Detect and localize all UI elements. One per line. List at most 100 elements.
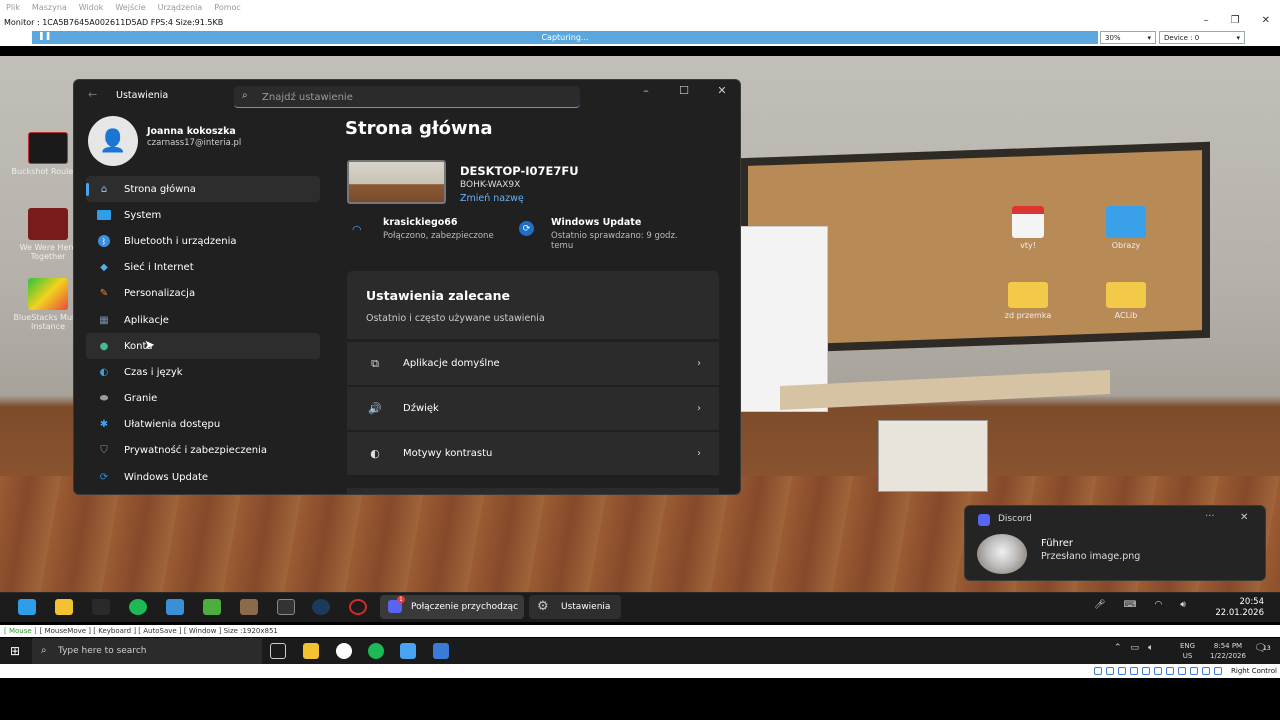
- pause-icon[interactable]: ❚❚: [38, 31, 51, 40]
- microphone-icon[interactable]: 🎤︎: [1094, 600, 1105, 610]
- file-explorer-icon[interactable]: [303, 643, 319, 659]
- remote-system-tray: 🎤︎ ⌨ ◠ 🔊︎: [1094, 600, 1186, 610]
- status-icon: [1106, 667, 1114, 675]
- discord-notification[interactable]: Discord ··· ✕ Führer Przesłano image.png: [964, 505, 1266, 581]
- volume-icon[interactable]: 🔈︎: [1148, 643, 1153, 653]
- nav-item-time-language[interactable]: ◐ Czas i język: [86, 359, 320, 385]
- windows-start-icon[interactable]: ⊞: [10, 644, 20, 658]
- host-system-tray: ⌃ ▭ 🔈︎: [1114, 643, 1153, 653]
- opera-icon[interactable]: [349, 599, 367, 615]
- spotify-icon[interactable]: [368, 643, 384, 659]
- maximize-icon[interactable]: ☐: [670, 84, 698, 97]
- right-control-label: Right Control: [1231, 667, 1277, 675]
- page-title: Strona główna: [345, 118, 493, 139]
- pc-model: BOHK-WAX9X: [460, 180, 521, 190]
- wifi-name[interactable]: krasickiego66: [383, 217, 458, 228]
- desktop-icon-pdf[interactable]: vty!: [983, 206, 1073, 250]
- menu-item-pomoc[interactable]: Pomoc: [214, 3, 241, 12]
- taskbar-settings[interactable]: ⚙ Ustawienia: [529, 595, 621, 619]
- accounts-icon: ●: [99, 340, 109, 352]
- search-icon: ⌕: [242, 90, 248, 101]
- nav-item-label: Personalizacja: [124, 288, 196, 300]
- desktop-icon-folder[interactable]: ACLib: [1081, 282, 1171, 320]
- status-rest: [ MouseMove ] [ Keyboard ] [ AutoSave ] …: [39, 627, 278, 635]
- volume-icon[interactable]: 🔊︎: [1180, 600, 1186, 610]
- nav-item-bluetooth[interactable]: ᛒ Bluetooth i urządzenia: [86, 228, 320, 254]
- recommended-row-default-apps[interactable]: ⧉ Aplikacje domyślne ›: [347, 342, 719, 385]
- close-icon[interactable]: ✕: [708, 84, 736, 97]
- network-icon[interactable]: ▭: [1131, 643, 1140, 653]
- monitor-app-icon[interactable]: [433, 643, 449, 659]
- nav-item-accessibility[interactable]: ✱ Ułatwienia dostępu: [86, 412, 320, 438]
- settings-search-input[interactable]: [262, 89, 562, 105]
- host-search-box[interactable]: ⌕ Type here to search: [32, 638, 262, 664]
- menu-item-widok[interactable]: Widok: [79, 3, 104, 12]
- nav-item-system[interactable]: System: [86, 202, 320, 228]
- bluestacks-icon[interactable]: [166, 599, 184, 615]
- menu-item-urzadzenia[interactable]: Urządzenia: [158, 3, 203, 12]
- file-explorer-icon[interactable]: [55, 599, 73, 615]
- chevron-up-icon[interactable]: ⌃: [1114, 643, 1122, 653]
- start-icon[interactable]: [18, 599, 36, 615]
- desktop-icon-obrazy[interactable]: Obrazy: [1081, 206, 1171, 250]
- avatar[interactable]: 👤: [88, 116, 138, 166]
- windows-update-icon: ⟳: [99, 471, 109, 483]
- monitor-title: Monitor : 1CA5B7645A002611D5AD FPS:4 Siz…: [4, 17, 224, 27]
- update-title[interactable]: Windows Update: [551, 217, 641, 228]
- nav-item-gaming[interactable]: ⬬ Granie: [86, 386, 320, 412]
- menu-item-wejscie[interactable]: Wejście: [115, 3, 145, 12]
- task-view-icon[interactable]: [270, 643, 286, 659]
- nav-item-network[interactable]: ◆ Sieć i Internet: [86, 255, 320, 281]
- game-icon[interactable]: [240, 599, 258, 615]
- remote-clock[interactable]: 20:54 22.01.2026: [1208, 597, 1264, 619]
- recommended-title: Ustawienia zalecane: [366, 288, 510, 303]
- steam-icon[interactable]: [312, 599, 330, 615]
- system-icon: [96, 208, 112, 222]
- status-icon: [1130, 667, 1138, 675]
- wifi-icon[interactable]: ◠: [1154, 600, 1162, 610]
- settings-search[interactable]: ⌕: [234, 86, 580, 108]
- keyboard-icon[interactable]: ⌨: [1123, 600, 1136, 610]
- recommended-row-contrast[interactable]: ◐ Motywy kontrastu ›: [347, 432, 719, 475]
- accessibility-icon: ✱: [99, 419, 109, 431]
- minimize-icon[interactable]: –: [1204, 15, 1209, 26]
- language-code: ENG: [1180, 642, 1196, 650]
- desktop-icon-label: ACLib: [1114, 311, 1138, 320]
- menu-item-plik[interactable]: Plik: [6, 3, 20, 12]
- nav-item-home[interactable]: ⌂ Strona główna: [86, 176, 320, 203]
- nav-item-accounts[interactable]: ● Konta ➤: [86, 333, 320, 360]
- device-select[interactable]: Device : 0 ▾: [1159, 31, 1245, 44]
- maximize-icon[interactable]: ❐: [1231, 15, 1240, 26]
- host-clock[interactable]: 8:54 PM 1/22/2026: [1206, 641, 1250, 661]
- menu-item-maszyna[interactable]: Maszyna: [32, 3, 67, 12]
- desktop-icon-folder[interactable]: zd przemka: [983, 282, 1073, 320]
- call-badge: 1: [397, 596, 405, 603]
- host-language[interactable]: ENG US: [1180, 641, 1195, 661]
- nav-item-label: Aplikacje: [124, 314, 169, 326]
- device-value: Device : 0: [1164, 33, 1200, 42]
- more-icon[interactable]: ···: [1205, 511, 1215, 522]
- minimize-icon[interactable]: –: [632, 84, 660, 97]
- pc-wallpaper-thumbnail[interactable]: [347, 160, 446, 204]
- nav-item-apps[interactable]: ▦ Aplikacje: [86, 307, 320, 333]
- contrast-icon: ◐: [370, 447, 380, 460]
- app-icon[interactable]: [92, 599, 110, 615]
- taskbar-call-label: Połączenie przychodząc: [411, 602, 519, 612]
- nav-item-privacy[interactable]: ⛉ Prywatność i zabezpieczenia: [86, 438, 320, 464]
- app-icon[interactable]: [400, 643, 416, 659]
- taskbar-discord-call[interactable]: 1 Połączenie przychodząc: [380, 595, 524, 619]
- spotify-icon[interactable]: [129, 599, 147, 615]
- zoom-select[interactable]: 30% ▾: [1100, 31, 1156, 44]
- close-icon[interactable]: ✕: [1240, 512, 1248, 523]
- close-icon[interactable]: ✕: [1262, 15, 1270, 26]
- chrome-icon[interactable]: [336, 643, 352, 659]
- status-icon: [1166, 667, 1174, 675]
- nav-item-label: System: [124, 209, 162, 221]
- nav-item-windows-update[interactable]: ⟳ Windows Update: [86, 464, 320, 490]
- back-arrow-icon[interactable]: ←: [88, 88, 97, 101]
- epic-games-icon[interactable]: [277, 599, 295, 615]
- recommended-row-sound[interactable]: 🔊 Dźwięk ›: [347, 387, 719, 430]
- minecraft-icon[interactable]: [203, 599, 221, 615]
- nav-item-personalization[interactable]: ✎ Personalizacja: [86, 281, 320, 307]
- rename-link[interactable]: Zmień nazwę: [460, 193, 524, 204]
